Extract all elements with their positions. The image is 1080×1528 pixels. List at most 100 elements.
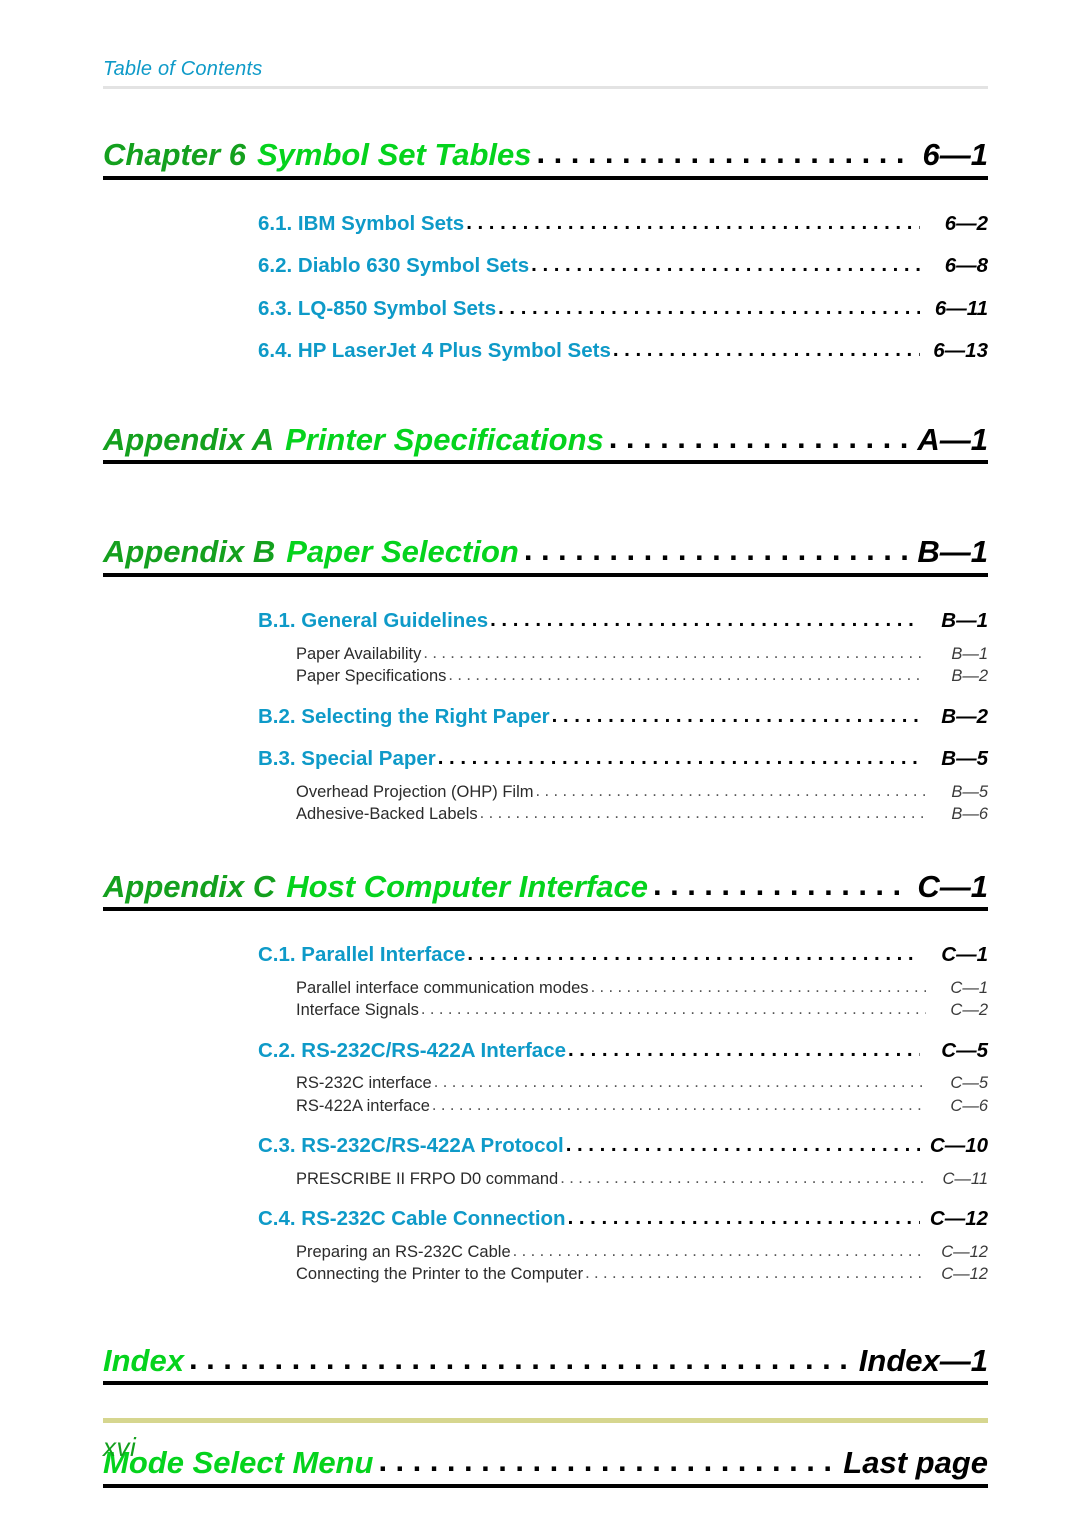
leader-dots: ........................................… xyxy=(585,1265,926,1282)
leader-dots: ........................................… xyxy=(565,1135,920,1156)
toc-entry-section[interactable]: C.1. Parallel Interface ................… xyxy=(0,943,1080,967)
heading-rule xyxy=(103,1484,988,1489)
toc-entry-page: 6—1 xyxy=(922,137,988,172)
toc-entry-title: 6.3. LQ-850 Symbol Sets xyxy=(258,296,497,320)
toc-entry-title: C.3. RS-232C/RS-422A Protocol xyxy=(258,1134,564,1158)
toc-entry-section[interactable]: 6.1. IBM Symbol Sets ...................… xyxy=(0,211,1080,235)
toc-entry-subsection[interactable]: Connecting the Printer to the Computer .… xyxy=(0,1265,1080,1284)
leader-dots: ........................................… xyxy=(448,667,926,684)
leader-dots: ........................................… xyxy=(608,419,908,455)
toc-entry-page: C—12 xyxy=(929,1207,988,1231)
toc-entry-title: 6.4. HP LaserJet 4 Plus Symbol Sets xyxy=(258,339,611,363)
toc-entry-page: C—6 xyxy=(950,1096,988,1115)
toc-entry-subsection[interactable]: Paper Specifications ...................… xyxy=(0,667,1080,686)
running-header-rule xyxy=(103,86,988,89)
toc-entry-chapter[interactable]: Chapter 6 Symbol Set Tables ............… xyxy=(0,135,1080,180)
toc-entry-title: Adhesive-Backed Labels xyxy=(296,805,478,824)
toc-entry-subsection[interactable]: Adhesive-Backed Labels .................… xyxy=(0,805,1080,824)
leader-dots: ........................................… xyxy=(188,1340,849,1376)
toc-entry-label: Appendix B xyxy=(103,534,276,570)
toc-entry-appendix[interactable]: Appendix B Paper Selection .............… xyxy=(0,532,1080,578)
leader-dots: ........................................… xyxy=(498,297,920,319)
toc-entry-title: RS-232C interface xyxy=(296,1074,432,1093)
toc-entry-list: Chapter 6 Symbol Set Tables ............… xyxy=(0,135,1080,1489)
leader-dots: ........................................… xyxy=(467,944,920,965)
toc-entry-subsection[interactable]: Parallel interface communication modes .… xyxy=(0,978,1080,997)
toc-entry-label: Chapter 6 xyxy=(103,137,246,172)
toc-entry-page: C—10 xyxy=(929,1134,988,1158)
toc-page: Table of Contents Chapter 6 Symbol Set T… xyxy=(0,0,1080,1528)
toc-entry-title: Connecting the Printer to the Computer xyxy=(296,1265,584,1284)
toc-entry-page: C—2 xyxy=(950,1001,988,1020)
toc-entry-page: B—2 xyxy=(951,667,988,686)
running-header-title: Table of Contents xyxy=(103,58,263,80)
toc-entry-appendix[interactable]: Appendix C Host Computer Interface .....… xyxy=(0,867,1080,912)
toc-entry-title: Index xyxy=(103,1342,184,1378)
leader-dots: ........................................… xyxy=(423,644,926,662)
toc-entry-page: 6—13 xyxy=(933,339,988,363)
toc-entry-section[interactable]: C.3. RS-232C/RS-422A Protocol ..........… xyxy=(0,1134,1080,1158)
toc-entry-title: Printer Specifications xyxy=(285,421,604,457)
toc-entry-page: B—1 xyxy=(951,644,988,663)
toc-entry-page: B—5 xyxy=(951,782,988,801)
toc-entry-title: B.1. General Guidelines xyxy=(258,609,489,633)
toc-entry-section[interactable]: 6.2. Diablo 630 Symbol Sets ............… xyxy=(0,254,1080,278)
heading-rule xyxy=(103,573,988,578)
toc-entry-section[interactable]: C.2. RS-232C/RS-422A Interface .........… xyxy=(0,1038,1080,1062)
toc-entry-subsection[interactable]: RS-232C interface ......................… xyxy=(0,1074,1080,1093)
toc-entry-title: Parallel interface communication modes xyxy=(296,978,589,997)
toc-entry-section[interactable]: C.4. RS-232C Cable Connection ..........… xyxy=(0,1207,1080,1231)
leader-dots: ........................................… xyxy=(479,805,926,822)
heading-rule xyxy=(103,460,988,465)
leader-dots: ........................................… xyxy=(535,782,927,800)
toc-entry-page: 6—8 xyxy=(944,254,988,278)
toc-entry-section[interactable]: B.2. Selecting the Right Paper .........… xyxy=(0,705,1080,728)
toc-entry-subsection[interactable]: Paper Availability .....................… xyxy=(0,644,1080,663)
footer-page-number: xvi xyxy=(103,1432,137,1462)
leader-dots: ........................................… xyxy=(431,1096,926,1114)
toc-entry-section[interactable]: 6.4. HP LaserJet 4 Plus Symbol Sets ....… xyxy=(0,339,1080,363)
heading-rule xyxy=(103,175,988,180)
toc-entry-page: C—5 xyxy=(941,1038,988,1062)
toc-entry-title: Overhead Projection (OHP) Film xyxy=(296,782,534,801)
leader-dots: ........................................… xyxy=(523,532,908,568)
toc-entry-label: Appendix C xyxy=(103,868,276,904)
toc-entry-subsection[interactable]: Overhead Projection (OHP) Film .........… xyxy=(0,782,1080,801)
toc-entry-subsection[interactable]: Preparing an RS-232C Cable .............… xyxy=(0,1243,1080,1261)
leader-dots: ........................................… xyxy=(590,978,926,996)
leader-dots: ........................................… xyxy=(433,1074,926,1091)
toc-entry-index[interactable]: Index ..................................… xyxy=(0,1341,1080,1386)
toc-entry-appendix[interactable]: Appendix A Printer Specifications ......… xyxy=(0,420,1080,465)
toc-entry-title: Paper Availability xyxy=(296,644,422,663)
leader-dots: ........................................… xyxy=(568,1039,920,1061)
leader-dots: ........................................… xyxy=(567,1208,920,1229)
running-header: Table of Contents xyxy=(103,58,988,89)
toc-entry-title: 6.2. Diablo 630 Symbol Sets xyxy=(258,254,530,278)
leader-dots: ........................................… xyxy=(551,705,920,727)
toc-entry-subsection[interactable]: PRESCRIBE II FRPO D0 command ...........… xyxy=(0,1169,1080,1188)
toc-entry-title: 6.1. IBM Symbol Sets xyxy=(258,211,465,235)
toc-entry-title: Host Computer Interface xyxy=(286,868,648,904)
toc-entry-page: C—5 xyxy=(950,1074,988,1093)
leader-dots: ........................................… xyxy=(466,212,920,234)
heading-rule xyxy=(103,1381,988,1386)
toc-entry-page: C—1 xyxy=(950,978,988,997)
toc-entry-section[interactable]: B.1. General Guidelines ................… xyxy=(0,609,1080,633)
toc-entry-section[interactable]: 6.3. LQ-850 Symbol Sets ................… xyxy=(0,296,1080,320)
heading-rule xyxy=(103,907,988,912)
toc-entry-label: Appendix A xyxy=(103,421,275,457)
toc-entry-subsection[interactable]: RS-422A interface ......................… xyxy=(0,1096,1080,1115)
toc-entry-section[interactable]: B.3. Special Paper .....................… xyxy=(0,748,1080,770)
toc-entry-page: Index—1 xyxy=(858,1342,988,1378)
toc-entry-page: C—11 xyxy=(942,1169,988,1188)
toc-entry-page: B—1 xyxy=(917,534,988,570)
leader-dots: ........................................… xyxy=(490,610,920,631)
toc-entry-subsection[interactable]: Interface Signals ......................… xyxy=(0,1001,1080,1020)
toc-entry-page: 6—11 xyxy=(934,296,988,320)
toc-entry-page: A—1 xyxy=(917,421,988,457)
toc-entry-title: Interface Signals xyxy=(296,1001,419,1020)
toc-entry-title: C.1. Parallel Interface xyxy=(258,943,466,967)
toc-entry-page: C—1 xyxy=(917,868,988,904)
toc-entry-page: C—1 xyxy=(941,943,988,967)
toc-entry-title: RS-422A interface xyxy=(296,1096,430,1115)
